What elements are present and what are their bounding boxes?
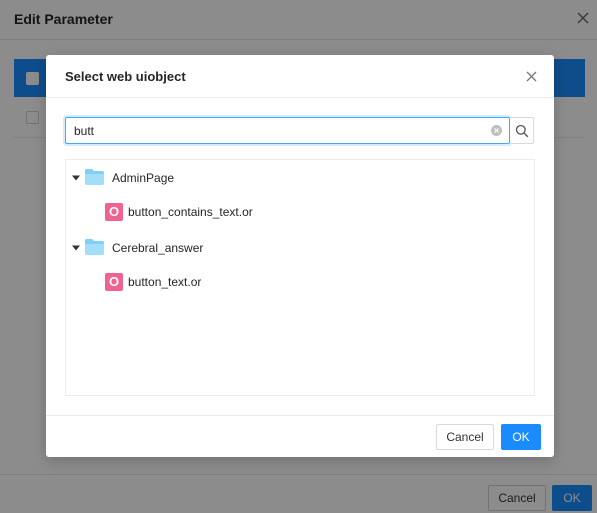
- folder-label: AdminPage: [112, 171, 175, 185]
- ok-button[interactable]: OK: [501, 424, 541, 450]
- folder-icon: [85, 169, 104, 185]
- select-uiobject-dialog: Select web uiobject AdminPage: [46, 55, 554, 457]
- object-label: button_text.or: [128, 275, 202, 289]
- object-badge-icon: O: [105, 273, 123, 291]
- cancel-button[interactable]: Cancel: [436, 424, 494, 450]
- tree-folder-adminpage[interactable]: AdminPage: [72, 168, 272, 190]
- search-field: [65, 117, 510, 144]
- caret-down-icon[interactable]: [72, 244, 80, 252]
- uiobject-tree: AdminPage O button_contains_text.or Cere…: [65, 159, 535, 396]
- folder-icon: [85, 239, 104, 255]
- tree-leaf-button-text[interactable]: O button_text.or: [105, 273, 325, 295]
- tree-leaf-button-contains-text[interactable]: O button_contains_text.or: [105, 203, 325, 225]
- tree-folder-cerebral-answer[interactable]: Cerebral_answer: [72, 238, 272, 260]
- object-label: button_contains_text.or: [128, 205, 253, 219]
- caret-down-icon[interactable]: [72, 174, 80, 182]
- object-badge-icon: O: [105, 203, 123, 221]
- folder-label: Cerebral_answer: [112, 241, 204, 255]
- dialog-title: Select web uiobject: [65, 69, 186, 84]
- search-input[interactable]: [66, 118, 486, 143]
- clear-icon[interactable]: [491, 125, 502, 136]
- search-button[interactable]: [510, 117, 534, 144]
- dialog-header: Select web uiobject: [46, 55, 554, 98]
- search-icon: [515, 124, 529, 138]
- close-icon[interactable]: [524, 69, 539, 84]
